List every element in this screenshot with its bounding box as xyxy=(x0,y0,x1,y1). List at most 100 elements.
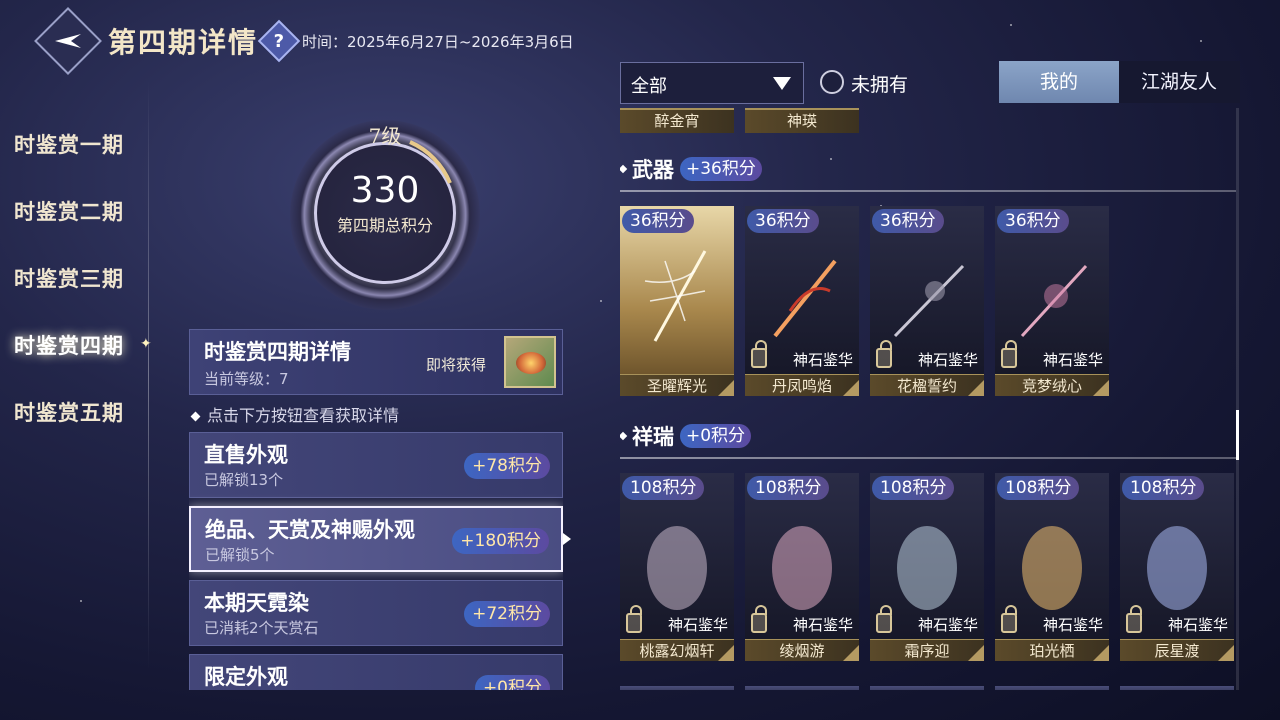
item-name: 丹凤鸣焰 xyxy=(745,374,859,396)
tab-friends[interactable]: 江湖友人 xyxy=(1119,61,1239,103)
score-badge: 108积分 xyxy=(997,476,1080,500)
unowned-radio[interactable] xyxy=(820,70,844,94)
score-badge: +72积分 xyxy=(464,601,550,627)
mount-card[interactable]: 108积分 神石鉴华 辰星渡 xyxy=(1120,473,1234,661)
mount-card[interactable]: 108积分 神石鉴华 桃露幻烟轩 xyxy=(620,473,734,661)
source-label: 神石鉴华 xyxy=(1167,616,1228,634)
previous-row-names: 醉金宵 神瑛 xyxy=(620,108,870,133)
score-row-direct-sale[interactable]: 直售外观 已解锁13个 +78积分 xyxy=(189,432,563,498)
score-badge: 36积分 xyxy=(872,209,944,233)
total-score: 330 xyxy=(350,170,420,211)
score-badge: 36积分 xyxy=(622,209,694,233)
mount-art-icon xyxy=(772,526,832,610)
item-name: 圣曜辉光 xyxy=(620,374,734,396)
auspicious-section: 祥瑞 +0积分 108积分 神石鉴华 桃露幻烟轩 108积分 神石鉴华 绫烟游 … xyxy=(620,421,1236,661)
source-label: 神石鉴华 xyxy=(667,616,728,634)
next-row-peek xyxy=(620,686,1236,690)
category-filter-dropdown[interactable]: 全部 xyxy=(620,62,804,104)
weapons-section: 武器 +36积分 36积分 圣曜辉光 36积分 神石鉴华 丹凤鸣焰 36积分 神… xyxy=(620,154,1236,396)
lock-icon xyxy=(1001,605,1017,633)
mount-art-icon xyxy=(897,526,957,610)
score-badge: +0积分 xyxy=(474,675,550,690)
scrollbar-thumb[interactable] xyxy=(1236,410,1239,460)
nav-divider xyxy=(148,80,149,670)
lock-icon xyxy=(1001,340,1017,368)
back-button[interactable] xyxy=(34,7,102,75)
item-name: 霜序迎 xyxy=(870,639,984,661)
mount-card[interactable]: 108积分 神石鉴华 绫烟游 xyxy=(745,473,859,661)
score-badge: 108积分 xyxy=(747,476,830,500)
item-name: 竞梦绒心 xyxy=(995,374,1109,396)
hint-text: 点击下方按钮查看获取详情 xyxy=(190,402,399,426)
score-row-limited[interactable]: 限定外观 +0积分 xyxy=(189,654,563,690)
score-badge: 36积分 xyxy=(747,209,819,233)
source-label: 神石鉴华 xyxy=(917,351,978,369)
level-label: 7级 xyxy=(368,124,402,148)
nav-item-period-2[interactable]: 时鉴赏二期 xyxy=(14,187,124,254)
section-divider xyxy=(620,190,1236,192)
mount-card[interactable]: 108积分 神石鉴华 珀光栖 xyxy=(995,473,1109,661)
detail-title: 时鉴赏四期详情 xyxy=(204,339,351,364)
lock-icon xyxy=(751,340,767,368)
score-row-premium[interactable]: 绝品、天赏及神赐外观 已解锁5个 +180积分 xyxy=(189,506,563,572)
page-title: 第四期详情 xyxy=(108,26,259,59)
score-badge: 108积分 xyxy=(1122,476,1205,500)
item-name: 花楹誓约 xyxy=(870,374,984,396)
item-name: 辰星渡 xyxy=(1120,639,1234,661)
period-detail-card[interactable]: 时鉴赏四期详情 当前等级：7 即将获得 xyxy=(189,329,563,395)
source-label: 神石鉴华 xyxy=(792,351,853,369)
back-arrow-icon xyxy=(55,34,81,48)
active-sparkle-icon: ✦ xyxy=(140,336,152,352)
weapon-card[interactable]: 36积分 神石鉴华 丹凤鸣焰 xyxy=(745,206,859,396)
section-divider xyxy=(620,457,1236,459)
score-badge: +78积分 xyxy=(464,453,550,479)
total-score-label: 第四期总积分 xyxy=(336,216,433,235)
section-title: 祥瑞 xyxy=(632,424,674,449)
lock-icon xyxy=(751,605,767,633)
nav-item-period-1[interactable]: 时鉴赏一期 xyxy=(14,120,124,187)
upcoming-reward-label: 即将获得 xyxy=(426,356,487,374)
diamond-bullet-icon xyxy=(620,431,628,441)
header: 第四期详情 ? 时间：2025年6月27日~2026年3月6日 xyxy=(34,7,574,75)
tab-mine[interactable]: 我的 xyxy=(999,61,1119,103)
scrollbar-track[interactable] xyxy=(1236,108,1239,690)
chevron-down-icon xyxy=(773,77,791,90)
score-source-list: 直售外观 已解锁13个 +78积分 绝品、天赏及神赐外观 已解锁5个 +180积… xyxy=(189,432,563,690)
nav-item-period-3[interactable]: 时鉴赏三期 xyxy=(14,254,124,321)
owner-tabs: 我的 江湖友人 xyxy=(999,61,1240,103)
score-badge: 108积分 xyxy=(622,476,705,500)
section-title: 武器 xyxy=(632,157,674,182)
weapon-art-icon xyxy=(644,250,707,342)
current-level: 当前等级：7 xyxy=(204,370,289,388)
mount-art-icon xyxy=(1147,526,1207,610)
lock-icon xyxy=(626,605,642,633)
upcoming-reward-item-icon[interactable] xyxy=(504,336,556,388)
mount-art-icon xyxy=(647,526,707,610)
diamond-bullet-icon xyxy=(620,164,628,174)
diamond-bullet-icon xyxy=(190,411,201,422)
weapon-art-icon xyxy=(893,264,965,338)
nav-item-period-4[interactable]: 时鉴赏四期 xyxy=(14,321,124,388)
weapon-art-icon xyxy=(1020,264,1088,338)
help-icon[interactable]: ? xyxy=(257,19,301,63)
score-badge: 108积分 xyxy=(872,476,955,500)
item-name[interactable]: 神瑛 xyxy=(745,108,859,133)
selected-pointer-icon xyxy=(563,533,571,545)
unowned-label[interactable]: 未拥有 xyxy=(851,70,908,97)
section-score-badge: +0积分 xyxy=(680,424,752,448)
source-label: 神石鉴华 xyxy=(1042,351,1103,369)
score-row-dye[interactable]: 本期天霓染 已消耗2个天赏石 +72积分 xyxy=(189,580,563,646)
item-name: 绫烟游 xyxy=(745,639,859,661)
weapon-card[interactable]: 36积分 神石鉴华 花楹誓约 xyxy=(870,206,984,396)
mount-card[interactable]: 108积分 神石鉴华 霜序迎 xyxy=(870,473,984,661)
weapon-card[interactable]: 36积分 神石鉴华 竞梦绒心 xyxy=(995,206,1109,396)
weapon-card[interactable]: 36积分 圣曜辉光 xyxy=(620,206,734,396)
lock-icon xyxy=(876,605,892,633)
date-range: 时间：2025年6月27日~2026年3月6日 xyxy=(302,32,574,51)
nav-item-period-5[interactable]: 时鉴赏五期 xyxy=(14,388,124,455)
source-label: 神石鉴华 xyxy=(792,616,853,634)
mount-art-icon xyxy=(1022,526,1082,610)
item-name[interactable]: 醉金宵 xyxy=(620,108,734,133)
item-name: 珀光栖 xyxy=(995,639,1109,661)
item-name: 桃露幻烟轩 xyxy=(620,639,734,661)
